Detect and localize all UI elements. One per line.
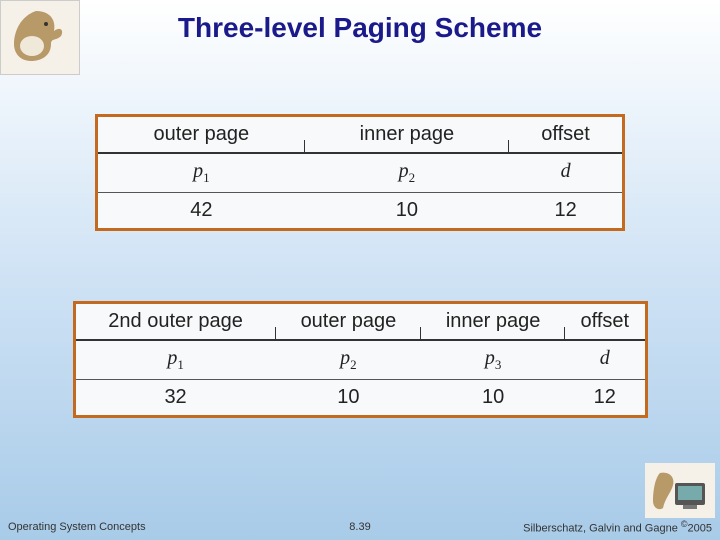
two-level-table: outer page inner page offset p1 p2 d 42 … — [95, 114, 625, 231]
value-cell: 42 — [98, 193, 305, 229]
dinosaur-monitor-icon — [645, 463, 715, 518]
slide-number: 8.39 — [349, 521, 370, 533]
value-cell: 10 — [276, 380, 422, 416]
footer-copyright: Silberschatz, Galvin and Gagne ©2005 — [523, 519, 712, 535]
symbol-cell: p1 — [98, 153, 305, 193]
col-header: offset — [509, 117, 622, 153]
symbol-cell: p2 — [305, 153, 509, 193]
symbol-cell: p1 — [76, 340, 276, 380]
symbol-cell: p2 — [276, 340, 422, 380]
col-header: inner page — [305, 117, 509, 153]
col-header: 2nd outer page — [76, 304, 276, 340]
symbol-row: p1 p2 p3 d — [76, 340, 645, 380]
symbol-cell: p3 — [421, 340, 565, 380]
value-row: 32 10 10 12 — [76, 380, 645, 416]
col-header: outer page — [98, 117, 305, 153]
col-header: offset — [565, 304, 644, 340]
symbol-cell: d — [509, 153, 622, 193]
dinosaur-icon — [6, 6, 66, 66]
three-level-table: 2nd outer page outer page inner page off… — [73, 301, 648, 418]
book-logo-top — [0, 0, 80, 75]
value-cell: 10 — [305, 193, 509, 229]
col-header: inner page — [421, 304, 565, 340]
slide-title: Three-level Paging Scheme — [0, 0, 720, 44]
symbol-cell: d — [565, 340, 644, 380]
value-cell: 32 — [76, 380, 276, 416]
col-header: outer page — [276, 304, 422, 340]
slide-footer: Operating System Concepts 8.39 Silbersch… — [0, 518, 720, 536]
table-header-row: outer page inner page offset — [98, 117, 622, 153]
value-cell: 12 — [565, 380, 644, 416]
value-row: 42 10 12 — [98, 193, 622, 229]
value-cell: 10 — [421, 380, 565, 416]
table-header-row: 2nd outer page outer page inner page off… — [76, 304, 645, 340]
footer-left-text: Operating System Concepts — [8, 521, 146, 533]
symbol-row: p1 p2 d — [98, 153, 622, 193]
book-logo-bottom — [645, 463, 715, 518]
value-cell: 12 — [509, 193, 622, 229]
